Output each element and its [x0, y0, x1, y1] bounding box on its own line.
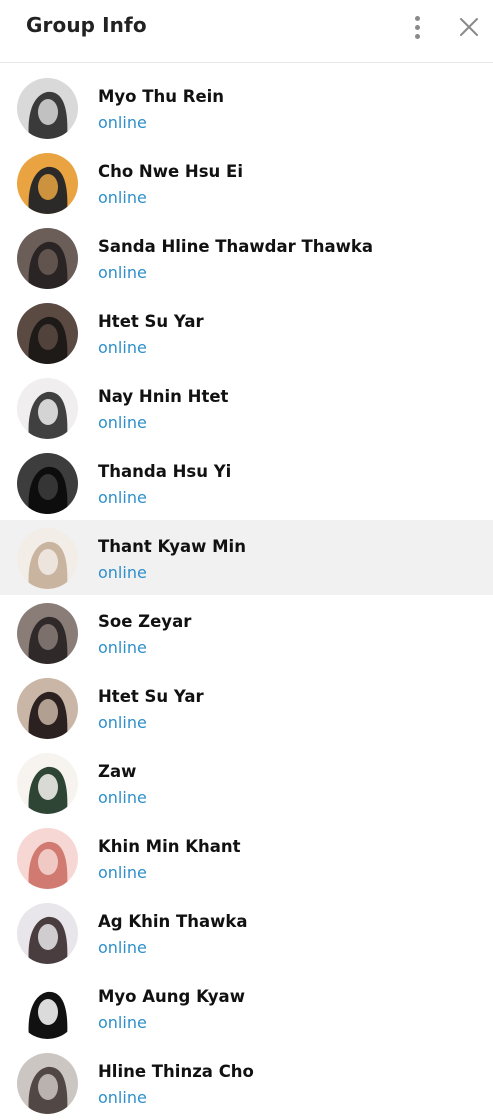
member-name: Zaw: [98, 762, 137, 781]
member-row[interactable]: Zaw online: [0, 745, 493, 820]
close-button[interactable]: [456, 12, 482, 42]
member-status: online: [98, 488, 147, 507]
member-status: online: [98, 563, 147, 582]
member-avatar[interactable]: [17, 528, 78, 589]
more-options-button[interactable]: [404, 12, 430, 42]
member-status: online: [98, 788, 147, 807]
member-row[interactable]: Ag Khin Thawka online: [0, 895, 493, 970]
member-status: online: [98, 263, 147, 282]
member-row[interactable]: Thanda Hsu Yi online: [0, 445, 493, 520]
member-status: online: [98, 863, 147, 882]
member-status: online: [98, 113, 147, 132]
close-icon: [460, 18, 478, 36]
member-name: Thant Kyaw Min: [98, 537, 246, 556]
member-row[interactable]: Htet Su Yar online: [0, 670, 493, 745]
member-name: Khin Min Khant: [98, 837, 241, 856]
member-status: online: [98, 1013, 147, 1032]
member-name: Myo Thu Rein: [98, 87, 225, 106]
page-title: Group Info: [26, 13, 147, 37]
member-name: Myo Aung Kyaw: [98, 987, 245, 1006]
group-info-header: Group Info: [0, 0, 493, 63]
member-row[interactable]: Htet Su Yar online: [0, 295, 493, 370]
member-status: online: [98, 713, 147, 732]
member-avatar[interactable]: [17, 453, 78, 514]
member-avatar[interactable]: [17, 228, 78, 289]
member-avatar[interactable]: [17, 378, 78, 439]
member-name: Cho Nwe Hsu Ei: [98, 162, 243, 181]
member-avatar[interactable]: [17, 903, 78, 964]
member-name: Hline Thinza Cho: [98, 1062, 254, 1081]
member-row[interactable]: Myo Aung Kyaw online: [0, 970, 493, 1045]
member-status: online: [98, 1088, 147, 1107]
member-avatar[interactable]: [17, 303, 78, 364]
member-name: Sanda Hline Thawdar Thawka: [98, 237, 373, 256]
member-name: Soe Zeyar: [98, 612, 192, 631]
member-row[interactable]: Thant Kyaw Min online: [0, 520, 493, 595]
member-status: online: [98, 638, 147, 657]
member-avatar[interactable]: [17, 828, 78, 889]
member-row[interactable]: Soe Zeyar online: [0, 595, 493, 670]
member-row[interactable]: Nay Hnin Htet online: [0, 370, 493, 445]
member-status: online: [98, 413, 147, 432]
member-avatar[interactable]: [17, 753, 78, 814]
member-name: Ag Khin Thawka: [98, 912, 248, 931]
member-avatar[interactable]: [17, 153, 78, 214]
member-name: Htet Su Yar: [98, 687, 204, 706]
member-avatar[interactable]: [17, 603, 78, 664]
member-status: online: [98, 338, 147, 357]
member-status: online: [98, 188, 147, 207]
member-row[interactable]: Hline Thinza Cho online: [0, 1045, 493, 1120]
member-row[interactable]: Khin Min Khant online: [0, 820, 493, 895]
member-avatar[interactable]: [17, 1053, 78, 1114]
member-avatar[interactable]: [17, 678, 78, 739]
member-list: Myo Thu Rein online Cho Nwe Hsu Ei online Sa…: [0, 70, 493, 1120]
member-row[interactable]: Cho Nwe Hsu Ei online: [0, 145, 493, 220]
more-vertical-icon: [414, 15, 420, 39]
member-name: Htet Su Yar: [98, 312, 204, 331]
member-name: Thanda Hsu Yi: [98, 462, 232, 481]
member-row[interactable]: Myo Thu Rein online: [0, 70, 493, 145]
member-avatar[interactable]: [17, 78, 78, 139]
member-avatar[interactable]: [17, 978, 78, 1039]
member-row[interactable]: Sanda Hline Thawdar Thawka online: [0, 220, 493, 295]
member-status: online: [98, 938, 147, 957]
member-name: Nay Hnin Htet: [98, 387, 229, 406]
